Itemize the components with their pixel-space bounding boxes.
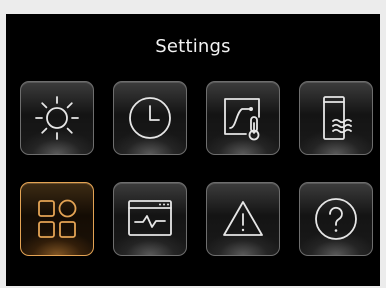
sun-icon bbox=[35, 96, 79, 140]
page-title: Settings bbox=[155, 36, 231, 57]
warning-icon bbox=[223, 201, 263, 236]
temperature-curve-icon bbox=[224, 98, 260, 141]
water-heater-tile[interactable] bbox=[299, 81, 373, 155]
settings-screen: Settings bbox=[6, 14, 380, 286]
help-icon bbox=[315, 198, 357, 240]
time-tile[interactable] bbox=[113, 81, 187, 155]
clock-icon bbox=[129, 97, 171, 139]
brightness-tile[interactable] bbox=[20, 81, 94, 155]
apps-tile[interactable] bbox=[20, 182, 94, 256]
alarms-tile[interactable] bbox=[206, 182, 280, 256]
temperature-tile[interactable] bbox=[206, 81, 280, 155]
system-monitor-tile[interactable] bbox=[113, 182, 187, 256]
grid-apps-icon bbox=[38, 199, 77, 238]
monitor-graph-icon bbox=[128, 200, 172, 236]
help-tile[interactable] bbox=[299, 182, 373, 256]
water-tank-icon bbox=[323, 96, 352, 140]
